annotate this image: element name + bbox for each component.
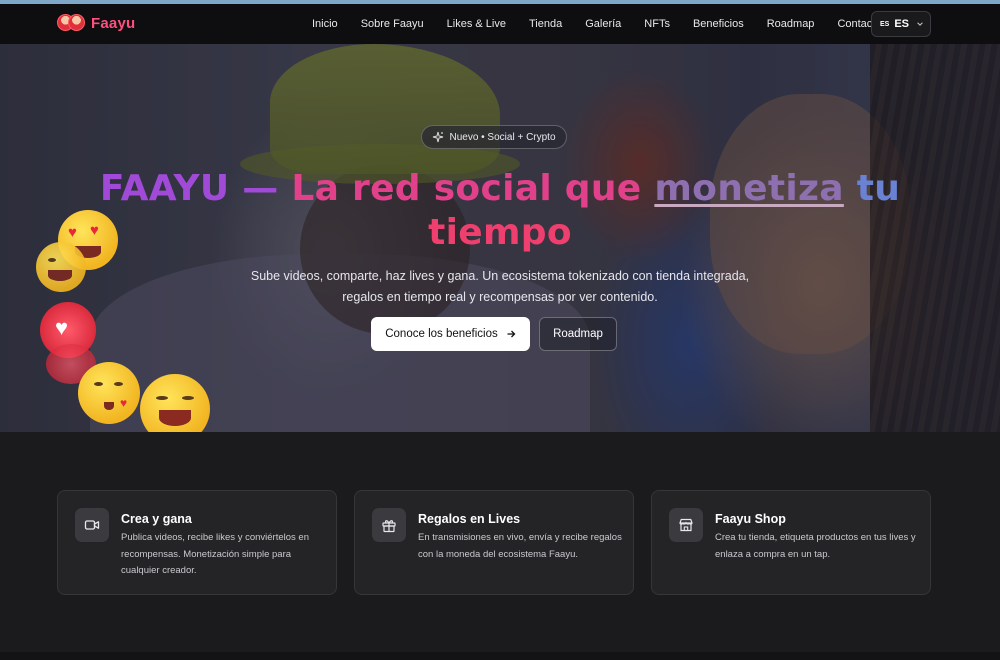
hero-section: ♥ ♥ ♥ ♥ Nuevo • Social + Crypto FAAYU — …	[0, 44, 1000, 432]
feature-description: En transmisiones en vivo, envía y recibe…	[418, 532, 622, 560]
chevron-down-icon	[917, 22, 923, 26]
feature-description: Crea tu tienda, etiqueta productos en tu…	[715, 532, 916, 560]
feature-title: Regalos en Lives	[418, 512, 521, 526]
kissing-emoji-icon: ♥	[78, 362, 140, 424]
sparkles-icon	[433, 131, 444, 143]
nav-link-sobre-faayu[interactable]: Sobre Faayu	[361, 18, 424, 30]
roadmap-button[interactable]: Roadmap	[539, 317, 617, 351]
feature-card-faayu-shop: Faayu Shop Crea tu tienda, etiqueta prod…	[651, 490, 931, 595]
nav-link-galeria[interactable]: Galería	[585, 18, 621, 30]
nav-link-inicio[interactable]: Inicio	[312, 18, 338, 30]
announcement-badge-text: Nuevo • Social + Crypto	[449, 131, 556, 143]
bottom-strip	[0, 652, 1000, 660]
benefits-button[interactable]: Conoce los beneficios	[371, 317, 530, 351]
hero-title: FAAYU — La red social que monetiza tu ti…	[40, 167, 960, 255]
feature-description: Publica videos, recibe likes y conviérte…	[121, 532, 309, 576]
top-navbar: Faayu Inicio Sobre Faayu Likes & Live Ti…	[0, 4, 1000, 44]
hero-title-part-brand: FAAYU —	[99, 168, 279, 209]
nav-link-tienda[interactable]: Tienda	[529, 18, 562, 30]
nav-link-nfts[interactable]: NFTs	[644, 18, 670, 30]
language-selector[interactable]: ES ES	[871, 11, 931, 37]
hero-subtitle: Sube videos, comparte, haz lives y gana.…	[250, 269, 750, 304]
benefits-button-label: Conoce los beneficios	[385, 328, 498, 340]
hero-title-part-tu: tu	[856, 168, 901, 209]
arrow-right-icon	[507, 330, 516, 338]
announcement-badge: Nuevo • Social + Crypto	[421, 125, 567, 149]
feature-title: Faayu Shop	[715, 512, 786, 526]
brand-logo-link[interactable]: Faayu	[57, 11, 135, 35]
faayu-logo-icon	[57, 11, 85, 35]
nav-link-likes-live[interactable]: Likes & Live	[447, 18, 506, 30]
nav-links: Inicio Sobre Faayu Likes & Live Tienda G…	[312, 4, 904, 44]
language-code: ES	[894, 18, 910, 30]
hero-title-part-monetiza: monetiza	[654, 168, 844, 209]
features-section: Crea y gana Publica videos, recibe likes…	[0, 432, 1000, 652]
hero-title-part-social: La red social que	[291, 168, 642, 209]
feature-icon-box	[669, 508, 703, 542]
nav-link-roadmap[interactable]: Roadmap	[767, 18, 815, 30]
nav-link-beneficios[interactable]: Beneficios	[693, 18, 744, 30]
gift-icon	[382, 520, 396, 533]
brand-name: Faayu	[91, 14, 136, 32]
feature-icon-box	[75, 508, 109, 542]
feature-icon-box	[372, 508, 406, 542]
feature-card-crea-y-gana: Crea y gana Publica videos, recibe likes…	[57, 490, 337, 595]
hero-title-part-tiempo: tiempo	[428, 212, 572, 253]
video-camera-icon	[84, 520, 100, 530]
store-icon	[679, 518, 693, 532]
feature-card-regalos-en-lives: Regalos en Lives En transmisiones en viv…	[354, 490, 634, 595]
language-flag-icon: ES	[880, 20, 890, 28]
roadmap-button-label: Roadmap	[553, 328, 603, 340]
feature-title: Crea y gana	[121, 512, 192, 526]
